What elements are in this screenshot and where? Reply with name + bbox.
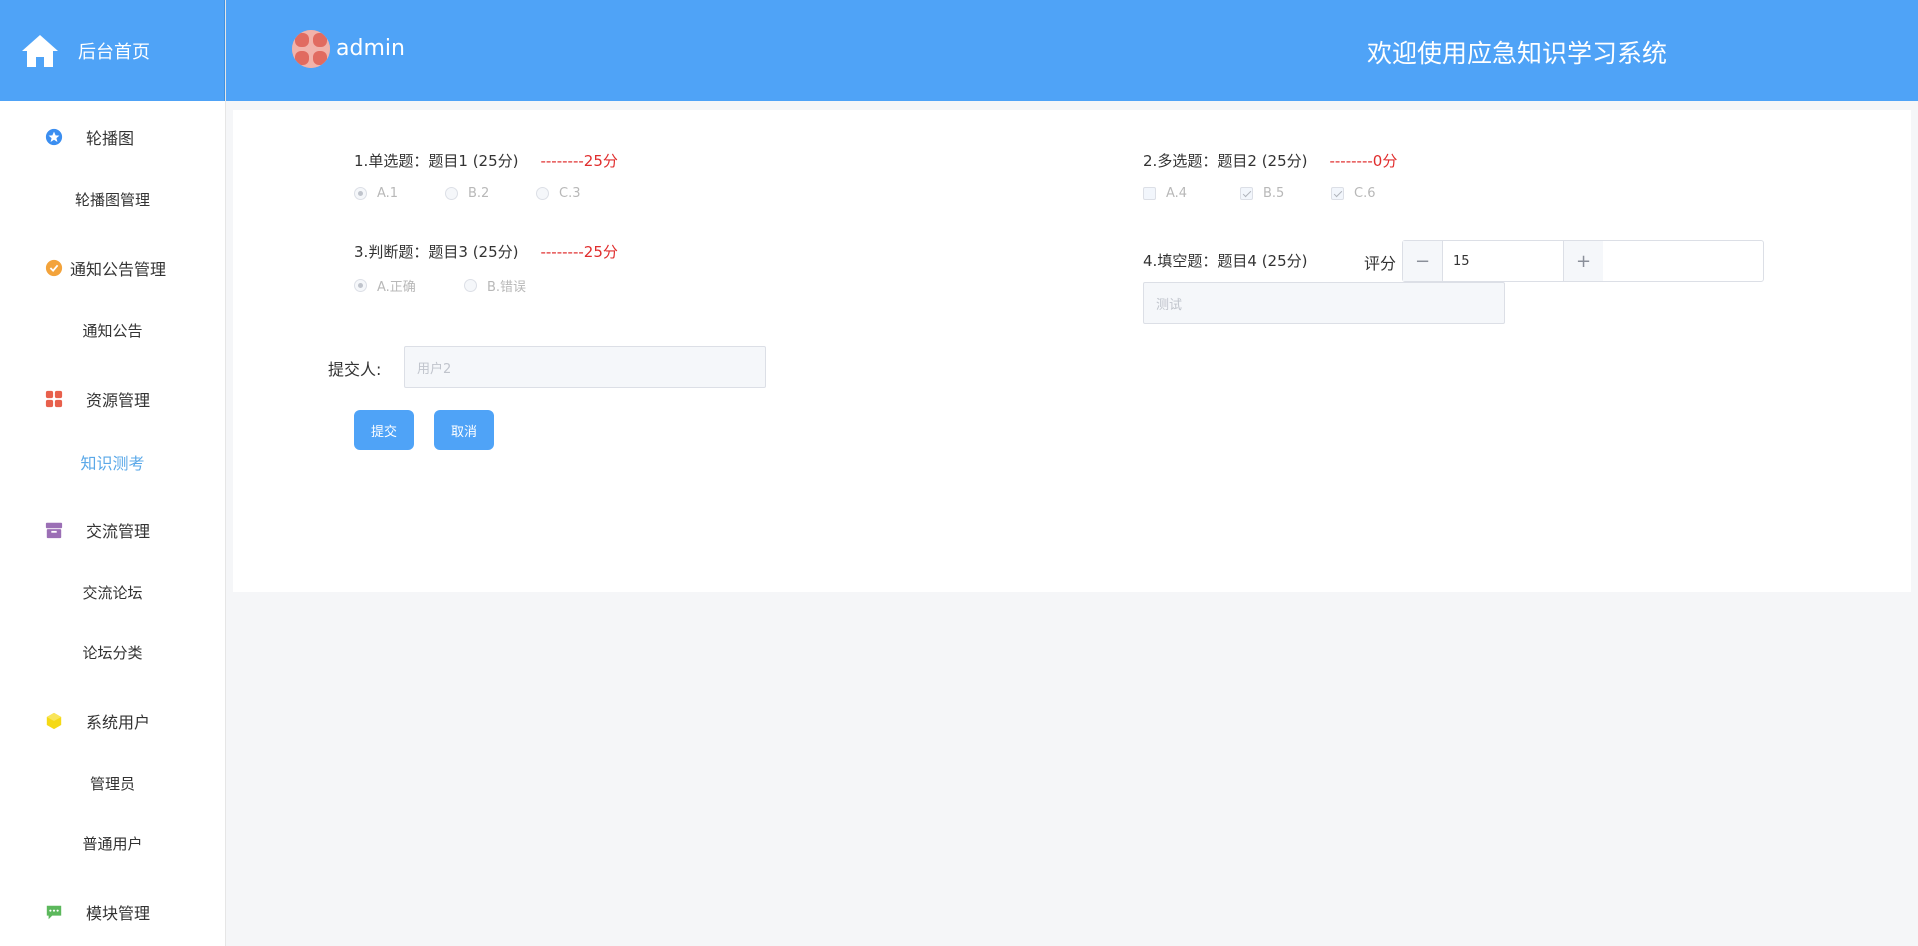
grid-icon: [44, 389, 64, 409]
radio-icon: [354, 279, 367, 292]
option-label: C.6: [1354, 186, 1376, 201]
cube-icon: [44, 711, 64, 731]
sidebar-group-exchange[interactable]: 交流管理: [0, 519, 225, 541]
rating-stepper: − 15 +: [1402, 240, 1764, 282]
page-title: 欢迎使用应急知识学习系统: [1367, 39, 1668, 68]
option-label: A.1: [377, 186, 399, 201]
question-number: 4: [1143, 252, 1153, 270]
option-label: C.3: [559, 186, 581, 201]
question-2: 2.多选题：题目2 (25分) --------0分: [1143, 152, 1398, 170]
checkbox-icon: [1331, 187, 1344, 200]
sidebar-group-notice[interactable]: 通知公告管理: [0, 257, 225, 279]
rating-input[interactable]: 15: [1443, 241, 1563, 281]
sidebar-group-label: 系统用户: [86, 713, 151, 732]
radio-icon: [354, 187, 367, 200]
checkbox-icon: [1143, 187, 1156, 200]
question-type: 填空题: [1157, 252, 1203, 270]
sidebar-home[interactable]: 后台首页: [0, 0, 225, 101]
option-label: A.4: [1166, 186, 1188, 201]
question-points: (25分): [1261, 152, 1308, 170]
question-score: --------25分: [540, 243, 618, 261]
fill-answer-input[interactable]: 测试: [1143, 282, 1505, 324]
chat-icon: [44, 902, 64, 922]
top-header: admin 欢迎使用应急知识学习系统: [226, 0, 1918, 101]
option-checkbox[interactable]: A.4: [1143, 186, 1240, 201]
option-radio[interactable]: A.1: [354, 186, 445, 201]
sidebar-item-knowledge-test[interactable]: 知识测考: [0, 450, 225, 474]
sidebar-group-label: 交流管理: [86, 522, 151, 541]
option-radio[interactable]: A.正确: [354, 276, 464, 295]
sidebar-item-admin[interactable]: 管理员: [0, 773, 225, 794]
question-number: 1: [354, 152, 364, 170]
sidebar-group-label: 资源管理: [86, 391, 151, 410]
question-type: 多选题: [1157, 152, 1203, 170]
question-1-options: A.1 B.2 C.3: [354, 186, 627, 201]
sidebar-item-forum[interactable]: 交流论坛: [0, 582, 225, 603]
star-icon: [44, 127, 64, 147]
question-points: (25分): [1261, 252, 1308, 270]
question-1: 1.单选题：题目1 (25分) --------25分: [354, 152, 618, 170]
avatar[interactable]: [292, 30, 330, 68]
option-label: B.错误: [487, 280, 527, 295]
question-title: 题目3: [428, 243, 468, 261]
option-label: B.5: [1263, 186, 1285, 201]
radio-icon: [536, 187, 549, 200]
sidebar-group-label: 轮播图: [86, 129, 135, 148]
option-radio[interactable]: C.3: [536, 186, 627, 201]
option-radio[interactable]: B.错误: [464, 276, 555, 295]
question-score: --------0分: [1329, 152, 1398, 170]
question-number: 3: [354, 243, 364, 261]
sidebar-group-carousel[interactable]: 轮播图: [0, 126, 225, 148]
option-label: A.正确: [377, 280, 416, 295]
option-radio[interactable]: B.2: [445, 186, 536, 201]
question-3: 3.判断题：题目3 (25分) --------25分: [354, 243, 618, 261]
minus-button[interactable]: −: [1403, 241, 1443, 281]
rating-label: 评分: [1364, 254, 1397, 273]
sidebar-item-normal-user[interactable]: 普通用户: [0, 833, 225, 854]
sidebar-group-system-user[interactable]: 系统用户: [0, 710, 225, 732]
sidebar-group-label: 模块管理: [86, 904, 151, 923]
radio-icon: [445, 187, 458, 200]
question-title: 题目4: [1217, 252, 1257, 270]
username[interactable]: admin: [336, 36, 405, 61]
question-type: 判断题: [368, 243, 414, 261]
question-title: 题目2: [1217, 152, 1257, 170]
sidebar-item-notice[interactable]: 通知公告: [0, 320, 225, 341]
sidebar: 后台首页 轮播图 轮播图管理 通知公告管理 通知公告 资源管理 知识测考 交流管…: [0, 0, 226, 946]
cancel-button[interactable]: 取消: [434, 410, 494, 450]
question-points: (25分): [472, 243, 519, 261]
plus-button[interactable]: +: [1563, 241, 1603, 281]
sidebar-home-label: 后台首页: [78, 41, 150, 63]
question-score: --------25分: [540, 152, 618, 170]
home-icon: [22, 34, 58, 67]
box-icon: [44, 520, 64, 540]
submitter-input[interactable]: 用户2: [404, 346, 766, 388]
checkbox-icon: [1240, 187, 1253, 200]
sidebar-group-label: 通知公告管理: [70, 260, 167, 279]
question-4: 4.填空题：题目4 (25分): [1143, 252, 1308, 270]
sidebar-item-forum-category[interactable]: 论坛分类: [0, 642, 225, 663]
option-checkbox[interactable]: B.5: [1240, 186, 1331, 201]
question-3-options: A.正确 B.错误: [354, 276, 555, 295]
question-2-options: A.4 B.5 C.6: [1143, 186, 1422, 201]
sidebar-item-carousel-manage[interactable]: 轮播图管理: [0, 189, 225, 210]
question-number: 2: [1143, 152, 1153, 170]
badge-icon: [44, 258, 64, 278]
sidebar-group-resource[interactable]: 资源管理: [0, 388, 225, 410]
radio-icon: [464, 279, 477, 292]
submitter-label: 提交人:: [328, 360, 382, 379]
option-checkbox[interactable]: C.6: [1331, 186, 1422, 201]
question-type: 单选题: [368, 152, 414, 170]
sidebar-group-module[interactable]: 模块管理: [0, 901, 225, 923]
submit-button[interactable]: 提交: [354, 410, 414, 450]
option-label: B.2: [468, 186, 490, 201]
question-title: 题目1: [428, 152, 468, 170]
question-points: (25分): [472, 152, 519, 170]
